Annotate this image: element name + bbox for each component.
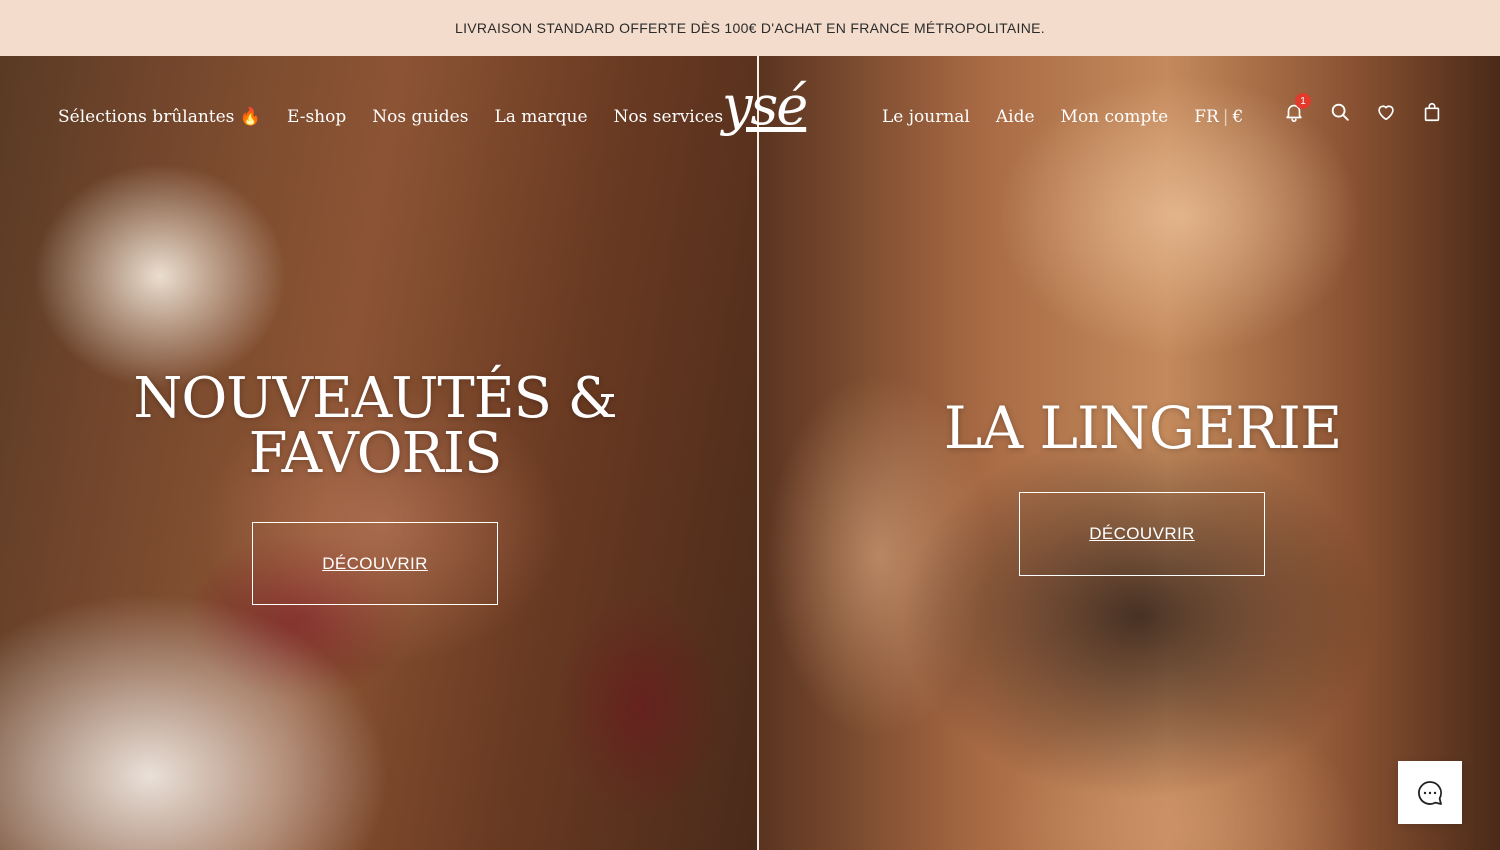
nav-item-hot-selections[interactable]: Sélections brûlantes 🔥 [58, 107, 261, 127]
shopping-bag-icon [1424, 102, 1440, 122]
hero-left-title: NOUVEAUTÉS & FAVORIS [110, 371, 640, 482]
search-button[interactable] [1328, 100, 1352, 124]
nav-item-journal[interactable]: Le journal [882, 107, 970, 127]
nav-item-services[interactable]: Nos services [614, 107, 724, 127]
chat-bubble-icon [1418, 780, 1442, 805]
announcement-text: LIVRAISON STANDARD OFFERTE DÈS 100€ D'AC… [455, 20, 1045, 36]
nav-item-account[interactable]: Mon compte [1061, 107, 1169, 127]
discover-lingerie-button[interactable]: DÉCOUVRIR [1019, 492, 1265, 576]
primary-nav-left: Sélections brûlantes 🔥 E-shop Nos guides… [58, 100, 723, 134]
nav-item-guides[interactable]: Nos guides [372, 107, 468, 127]
header-icons: 1 [1282, 93, 1444, 124]
nav-item-brand[interactable]: La marque [494, 107, 587, 127]
hero-right-title: LA LINGERIE [943, 394, 1343, 462]
hero-left-title-line2: FAVORIS [248, 420, 503, 486]
heart-icon [1378, 105, 1394, 121]
currency-label: € [1232, 107, 1244, 127]
cart-button[interactable] [1420, 100, 1444, 124]
discover-new-favorites-button[interactable]: DÉCOUVRIR [252, 522, 498, 605]
flame-icon: 🔥 [239, 107, 261, 127]
nav-item-eshop[interactable]: E-shop [287, 107, 346, 127]
locale-selector[interactable]: FR | € [1194, 107, 1243, 127]
locale-separator: | [1222, 107, 1229, 127]
language-label: FR [1194, 107, 1219, 127]
nav-item-help[interactable]: Aide [996, 107, 1035, 127]
notifications-button[interactable]: 1 [1282, 93, 1311, 124]
wishlist-button[interactable] [1374, 100, 1398, 124]
chat-widget-button[interactable] [1398, 761, 1462, 824]
announcement-bar: LIVRAISON STANDARD OFFERTE DÈS 100€ D'AC… [0, 0, 1500, 56]
brand-logo[interactable]: ysé [722, 76, 808, 146]
primary-nav-right: Le journal Aide Mon compte FR | € [882, 100, 1243, 134]
notification-count-badge: 1 [1295, 93, 1311, 109]
search-icon [1331, 103, 1349, 121]
hero-divider [757, 56, 759, 850]
